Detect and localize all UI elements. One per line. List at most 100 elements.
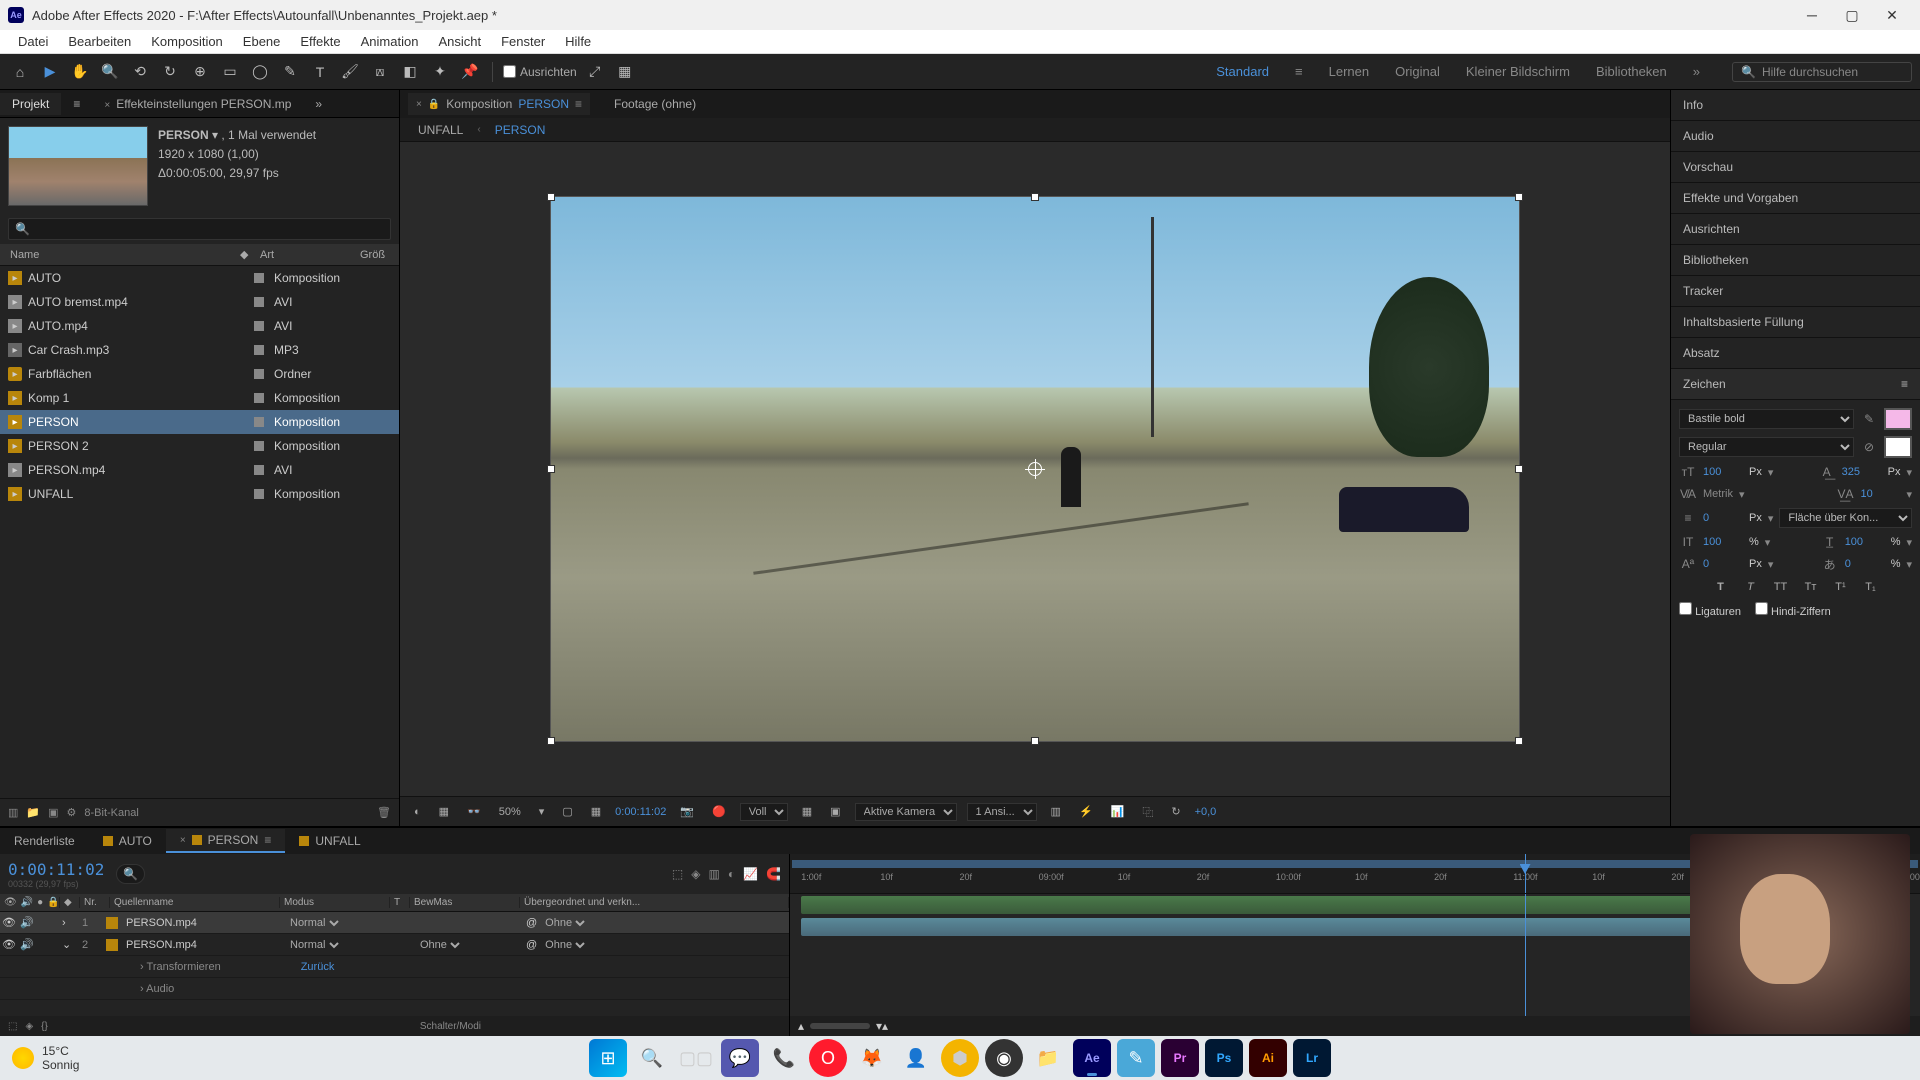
project-item[interactable]: ▸UNFALLKomposition (0, 482, 399, 506)
tab-auto[interactable]: AUTO (89, 830, 166, 852)
close-button[interactable]: ✕ (1872, 0, 1912, 30)
project-search-input[interactable]: 🔍 (8, 218, 391, 240)
tab-effekteinstellungen[interactable]: ×Effekteinstellungen PERSON.mp (92, 93, 303, 115)
transform-handle[interactable] (1515, 465, 1523, 473)
zoom-value[interactable]: 50% (495, 804, 525, 820)
twirl-icon[interactable]: ⌄ (62, 938, 71, 951)
panel-content-aware[interactable]: Inhaltsbasierte Füllung (1671, 307, 1920, 338)
panel-audio[interactable]: Audio (1671, 121, 1920, 152)
tab-person[interactable]: ×PERSON≡ (166, 829, 286, 853)
layer-prop-audio[interactable]: › Audio (0, 978, 789, 1000)
timeline-timecode[interactable]: 0:00:11:02 (8, 860, 104, 879)
column-parent[interactable]: Übergeordnet und verkn... (520, 897, 789, 908)
alpha-icon[interactable]: ◐ (410, 804, 425, 820)
eraser-tool-icon[interactable]: ◧ (398, 60, 422, 84)
photoshop-icon[interactable]: Ps (1205, 1039, 1243, 1077)
lightroom-icon[interactable]: Lr (1293, 1039, 1331, 1077)
zoom-dropdown-icon[interactable]: ▾ (535, 803, 549, 820)
column-name[interactable]: Name (4, 249, 234, 261)
opera-icon[interactable]: O (809, 1039, 847, 1077)
toggle-brackets-icon[interactable]: {} (41, 1021, 48, 1032)
timeline-layer-1[interactable]: 👁🔊 › 1 PERSON.mp4 Normal @Ohne (0, 912, 789, 934)
label-color-icon[interactable] (254, 393, 264, 403)
layer-color-icon[interactable] (106, 917, 118, 929)
hindi-checkbox[interactable]: Hindi-Ziffern (1755, 602, 1831, 618)
column-source[interactable]: Quellenname (110, 897, 280, 908)
menu-effekte[interactable]: Effekte (290, 32, 350, 51)
interpret-footage-icon[interactable]: ▥ (8, 806, 18, 819)
illustrator-icon[interactable]: Ai (1249, 1039, 1287, 1077)
rect-tool-icon[interactable]: ▭ (218, 60, 242, 84)
workspace-original[interactable]: Original (1385, 60, 1450, 83)
subscript-button[interactable]: T₁ (1861, 578, 1881, 596)
column-nr[interactable]: Nr. (80, 897, 110, 908)
start-button[interactable]: ⊞ (589, 1039, 627, 1077)
new-comp-icon[interactable]: ▣ (48, 806, 58, 819)
selection-tool-icon[interactable]: ▶ (38, 60, 62, 84)
clone-tool-icon[interactable]: ⟎ (368, 60, 392, 84)
grid-icon[interactable]: ▦ (587, 803, 605, 820)
stroke-mode-dropdown[interactable]: Fläche über Kon... (1779, 508, 1912, 528)
project-item[interactable]: ▸Car Crash.mp3MP3 (0, 338, 399, 362)
speaker-icon[interactable]: 🔊 (20, 916, 34, 929)
breadcrumb-person[interactable]: PERSON (489, 121, 552, 139)
eye-icon[interactable]: 👁 (2, 916, 16, 929)
stroke-width-input[interactable]: 0 (1703, 512, 1743, 524)
tl-frame-blend-icon[interactable]: ▥ (709, 867, 720, 881)
breadcrumb-unfall[interactable]: UNFALL (412, 121, 469, 139)
menu-komposition[interactable]: Komposition (141, 32, 233, 51)
trash-icon[interactable]: 🗑 (377, 806, 391, 819)
panel-menu-icon[interactable]: ≡ (1901, 377, 1908, 391)
menu-hilfe[interactable]: Hilfe (555, 32, 601, 51)
anchor-point-icon[interactable] (1028, 462, 1042, 476)
timecode-display[interactable]: 0:00:11:02 (615, 806, 666, 818)
panel-vorschau[interactable]: Vorschau (1671, 152, 1920, 183)
column-label-icon[interactable]: ◆ (234, 248, 254, 261)
close-icon[interactable]: × (416, 99, 422, 110)
workspace-kleiner[interactable]: Kleiner Bildschirm (1456, 60, 1580, 83)
project-item[interactable]: ▸PERSON 2Komposition (0, 434, 399, 458)
bit-depth-button[interactable]: 8-Bit-Kanal (84, 807, 138, 819)
tl-motion-blur-icon[interactable]: ◐ (728, 867, 735, 881)
pickwhip-icon[interactable]: @ (526, 917, 537, 929)
tl-snap-icon[interactable]: 🧲 (766, 867, 781, 881)
menu-bearbeiten[interactable]: Bearbeiten (58, 32, 141, 51)
tab-composition[interactable]: × 🔒 Komposition PERSON ≡ (408, 93, 590, 115)
parent-dropdown[interactable]: Ohne (541, 938, 588, 952)
label-color-icon[interactable] (254, 297, 264, 307)
camera-dropdown[interactable]: Aktive Kamera (855, 803, 957, 821)
panel-bibliotheken[interactable]: Bibliotheken (1671, 245, 1920, 276)
layer-color-icon[interactable] (106, 939, 118, 951)
menu-fenster[interactable]: Fenster (491, 32, 555, 51)
exposure-value[interactable]: +0,0 (1195, 806, 1217, 818)
column-size[interactable]: Größ (354, 249, 391, 261)
tab-unfall[interactable]: UNFALL (285, 830, 374, 852)
home-tool-icon[interactable]: ⌂ (8, 60, 32, 84)
blend-mode-dropdown[interactable]: Normal (286, 916, 342, 930)
twirl-icon[interactable]: › (62, 917, 66, 929)
zoom-out-icon[interactable]: ▴ (798, 1019, 804, 1033)
menu-ansicht[interactable]: Ansicht (428, 32, 491, 51)
timeline-layer-2[interactable]: 👁🔊 ⌄ 2 PERSON.mp4 Normal Ohne @Ohne (0, 934, 789, 956)
menu-datei[interactable]: Datei (8, 32, 58, 51)
snap2-tool-icon[interactable]: ▦ (613, 60, 637, 84)
transform-handle[interactable] (1031, 193, 1039, 201)
menu-animation[interactable]: Animation (351, 32, 429, 51)
timeline-icon[interactable]: 📊 (1107, 803, 1129, 820)
project-item[interactable]: ▸PERSONKomposition (0, 410, 399, 434)
explorer-icon[interactable]: 📁 (1029, 1039, 1067, 1077)
hscale-input[interactable]: 100 (1845, 536, 1885, 548)
tab-projekt[interactable]: Projekt (0, 93, 61, 115)
leading-input[interactable]: 325 (1842, 466, 1882, 478)
tl-graph-editor-icon[interactable]: 📈 (743, 867, 758, 881)
app-icon[interactable]: 👤 (897, 1039, 935, 1077)
panel-absatz[interactable]: Absatz (1671, 338, 1920, 369)
column-trkmat[interactable]: BewMas (410, 897, 520, 908)
task-view-button[interactable]: ▢▢ (677, 1039, 715, 1077)
faux-italic-button[interactable]: T (1741, 578, 1761, 596)
fill-color-swatch[interactable] (1884, 408, 1912, 430)
panel-effekte[interactable]: Effekte und Vorgaben (1671, 183, 1920, 214)
ellipse-tool-icon[interactable]: ◯ (248, 60, 272, 84)
eye-column-icon[interactable]: 👁 (4, 897, 17, 908)
small-caps-button[interactable]: Tᴛ (1801, 578, 1821, 596)
